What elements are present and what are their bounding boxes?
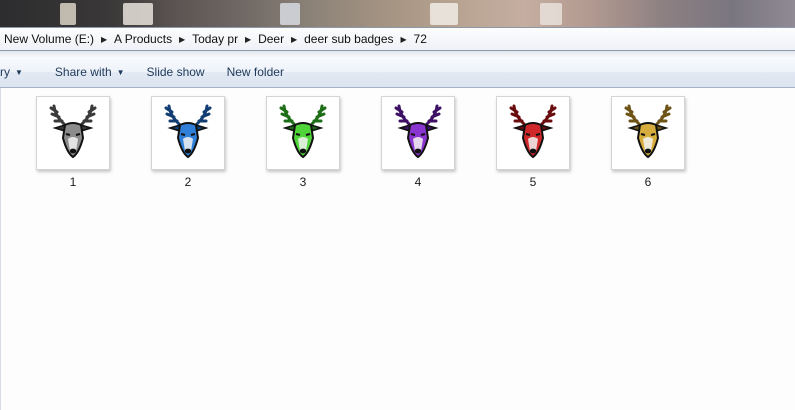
file-item[interactable]: 5	[495, 96, 571, 189]
new-folder-label[interactable]: New folder	[227, 65, 284, 79]
desktop-wallpaper-strip	[0, 0, 795, 27]
desktop-icon-shape	[60, 3, 76, 25]
file-name[interactable]: 5	[530, 175, 537, 189]
file-thumbnail[interactable]	[151, 96, 225, 170]
address-bar[interactable]: New Volume (E:) ▶ A Products ▶ Today pr …	[0, 27, 795, 51]
breadcrumb-item[interactable]: A Products ▶	[111, 28, 189, 50]
deer-badge-icon	[624, 104, 672, 159]
slide-show-label[interactable]: Slide show	[147, 65, 205, 79]
file-thumbnail[interactable]	[266, 96, 340, 170]
desktop-icon-shape	[540, 3, 562, 25]
command-bar: ry ▼ Share with ▼ Slide show New folder	[0, 57, 795, 88]
slide-show-button[interactable]: Slide show	[139, 60, 213, 84]
share-with-label[interactable]: Share with	[55, 65, 112, 79]
breadcrumb-label[interactable]: 72	[411, 32, 430, 46]
deer-badge-icon	[394, 104, 442, 159]
breadcrumb-arrow-icon[interactable]: ▶	[175, 28, 189, 50]
breadcrumb-arrow-icon[interactable]: ▶	[241, 28, 255, 50]
deer-badge-icon	[49, 104, 97, 159]
breadcrumb-label[interactable]: New Volume (E:)	[1, 32, 97, 46]
library-menu-label[interactable]: ry	[0, 65, 10, 79]
deer-badge-icon	[279, 104, 327, 159]
file-item[interactable]: 1	[35, 96, 111, 189]
file-thumbnail[interactable]	[381, 96, 455, 170]
file-name[interactable]: 3	[300, 175, 307, 189]
file-list-view[interactable]: 1 2 3 4 5 6	[0, 88, 795, 410]
chevron-down-icon[interactable]: ▼	[117, 68, 125, 77]
breadcrumb-item[interactable]: 72	[411, 28, 430, 50]
file-thumbnail[interactable]	[36, 96, 110, 170]
new-folder-button[interactable]: New folder	[219, 60, 292, 84]
desktop-icon-shape	[430, 3, 458, 25]
file-name[interactable]: 1	[70, 175, 77, 189]
breadcrumb-arrow-icon[interactable]: ▶	[287, 28, 301, 50]
breadcrumb-item[interactable]: Today pr ▶	[189, 28, 255, 50]
library-menu-button[interactable]: ry ▼	[0, 60, 31, 84]
breadcrumb-item[interactable]: deer sub badges ▶	[301, 28, 410, 50]
breadcrumb-label[interactable]: Today pr	[189, 32, 241, 46]
file-name[interactable]: 6	[645, 175, 652, 189]
share-with-button[interactable]: Share with ▼	[47, 60, 133, 84]
breadcrumb-label[interactable]: Deer	[255, 32, 287, 46]
breadcrumb-arrow-icon[interactable]: ▶	[97, 28, 111, 50]
desktop-icon-shape	[280, 3, 300, 25]
file-item[interactable]: 3	[265, 96, 341, 189]
file-item[interactable]: 2	[150, 96, 226, 189]
deer-badge-icon	[164, 104, 212, 159]
file-thumbnail[interactable]	[611, 96, 685, 170]
file-item[interactable]: 4	[380, 96, 456, 189]
chevron-down-icon[interactable]: ▼	[15, 68, 23, 77]
file-name[interactable]: 4	[415, 175, 422, 189]
breadcrumb-arrow-icon[interactable]: ▶	[397, 28, 411, 50]
deer-badge-icon	[509, 104, 557, 159]
file-name[interactable]: 2	[185, 175, 192, 189]
breadcrumb-label[interactable]: A Products	[111, 32, 175, 46]
breadcrumb-label[interactable]: deer sub badges	[301, 32, 396, 46]
breadcrumb-item[interactable]: Deer ▶	[255, 28, 301, 50]
file-thumbnail[interactable]	[496, 96, 570, 170]
breadcrumb-item[interactable]: New Volume (E:) ▶	[1, 28, 111, 50]
file-item[interactable]: 6	[610, 96, 686, 189]
desktop-icon-shape	[123, 3, 153, 25]
